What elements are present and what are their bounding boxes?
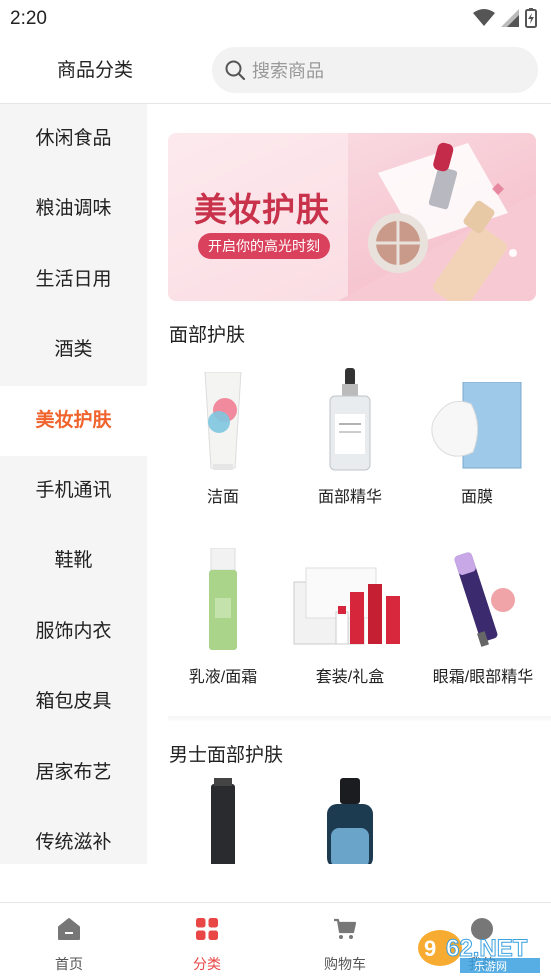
product-label: 洁面 [206, 489, 239, 506]
sidebar-item-liquor[interactable]: 酒类 [0, 315, 147, 385]
sidebar-item-shoes[interactable]: 鞋靴 [0, 526, 147, 596]
sidebar-item-bags[interactable]: 箱包皮具 [0, 667, 147, 737]
lotion-bottle-icon [209, 548, 237, 650]
nav-category[interactable]: 分类 [138, 903, 276, 979]
status-time: 2:20 [10, 8, 47, 29]
header: 商品分类 搜索商品 [0, 38, 551, 104]
banner-subtitle: 开启你的高光时刻 [198, 233, 330, 259]
product-cleanser[interactable]: 洁面 [163, 360, 283, 507]
category-content: 美妆护肤 开启你的高光时刻 面部护肤 洁面 面部精华 面膜 乳液/面霜 套装/礼… [147, 104, 551, 864]
product-men-cologne[interactable] [290, 778, 410, 864]
home-icon [58, 918, 80, 940]
product-men-toner[interactable] [163, 778, 283, 864]
section-title-face-care: 面部护肤 [169, 325, 246, 346]
promo-banner[interactable]: 美妆护肤 开启你的高光时刻 [168, 133, 536, 301]
banner-title: 美妆护肤 [194, 191, 330, 228]
sidebar-item-apparel[interactable]: 服饰内衣 [0, 597, 147, 667]
eye-cream-icon [454, 552, 515, 647]
battery-icon [525, 8, 537, 28]
product-face-mask[interactable]: 面膜 [417, 360, 537, 507]
product-gift-set[interactable]: 套装/礼盒 [290, 540, 410, 687]
nav-label-cart: 购物车 [324, 956, 366, 972]
product-serum[interactable]: 面部精华 [290, 360, 410, 507]
section-title-mens-face-care: 男士面部护肤 [169, 745, 284, 766]
nav-cart[interactable]: 购物车 [276, 903, 414, 979]
sidebar-item-grain-oil[interactable]: 粮油调味 [0, 174, 147, 244]
section-divider [168, 716, 551, 722]
site-watermark-logo: 9 62.NET 乐游网 [418, 930, 540, 973]
sidebar-item-tonic[interactable]: 传统滋补 [0, 808, 147, 878]
cleanser-tube-icon [204, 372, 242, 470]
status-icons [473, 8, 537, 28]
signal-icon [501, 9, 519, 27]
serum-bottle-icon [329, 368, 371, 471]
sidebar-item-snacks[interactable]: 休闲食品 [0, 104, 147, 174]
category-icon [196, 918, 218, 940]
gift-set-icon [293, 567, 400, 645]
status-bar: 2:20 [0, 0, 551, 38]
svg-text:9: 9 [424, 936, 436, 961]
product-label: 眼霜/眼部精华 [432, 669, 534, 686]
cart-icon [334, 918, 357, 939]
svg-text:62.NET: 62.NET [446, 935, 528, 962]
men-toner-icon [211, 778, 235, 864]
product-eye-cream[interactable]: 眼霜/眼部精华 [423, 540, 543, 687]
sidebar-item-phones[interactable]: 手机通讯 [0, 456, 147, 526]
men-cologne-icon [327, 778, 373, 864]
search-icon [225, 60, 246, 81]
sidebar-item-home-textile[interactable]: 居家布艺 [0, 738, 147, 808]
category-sidebar: 休闲食品 粮油调味 生活日用 酒类 美妆护肤 手机通讯 鞋靴 服饰内衣 箱包皮具… [0, 104, 147, 864]
nav-home[interactable]: 首页 [0, 903, 138, 979]
product-lotion[interactable]: 乳液/面霜 [163, 540, 283, 687]
face-mask-icon [431, 382, 522, 469]
search-input[interactable]: 搜索商品 [212, 47, 538, 93]
page-title: 商品分类 [56, 60, 133, 81]
product-label: 面膜 [460, 489, 493, 506]
product-label: 套装/礼盒 [315, 669, 385, 686]
sidebar-item-daily-use[interactable]: 生活日用 [0, 245, 147, 315]
sidebar-item-beauty[interactable]: 美妆护肤 [0, 385, 147, 456]
nav-label-category: 分类 [193, 956, 221, 972]
search-placeholder: 搜索商品 [252, 61, 324, 81]
wifi-icon [473, 9, 495, 26]
svg-text:乐游网: 乐游网 [474, 960, 507, 973]
nav-label-home: 首页 [55, 956, 83, 972]
product-label: 乳液/面霜 [188, 669, 258, 686]
product-label: 面部精华 [317, 489, 382, 506]
